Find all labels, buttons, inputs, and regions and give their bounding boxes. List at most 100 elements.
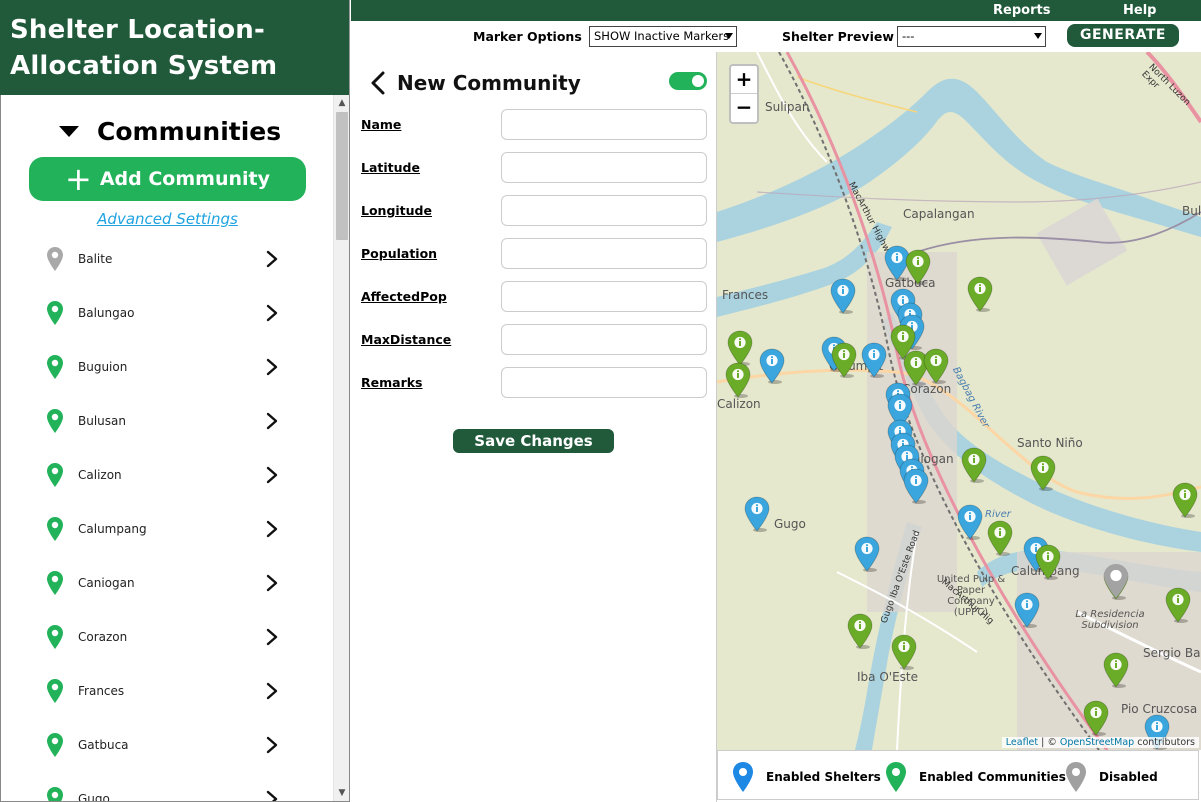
chevron-right-icon[interactable] [263, 412, 281, 430]
community-marker[interactable] [1035, 544, 1061, 580]
shelter-marker[interactable] [957, 504, 983, 540]
community-marker[interactable] [1030, 455, 1056, 491]
community-list-item[interactable]: Balungao [1, 286, 334, 340]
community-marker[interactable] [1172, 482, 1198, 518]
community-marker[interactable] [831, 342, 857, 378]
field-label: AffectedPop [361, 289, 447, 304]
osm-link[interactable]: OpenStreetMap [1060, 737, 1134, 748]
scroll-down-icon[interactable]: ▼ [334, 785, 349, 801]
zoom-in-button[interactable]: + [731, 66, 757, 94]
community-marker-icon [1165, 587, 1191, 623]
zoom-out-button[interactable]: − [731, 94, 757, 122]
shelter-marker-icon [759, 348, 785, 384]
longitude-input[interactable] [501, 195, 707, 226]
generate-button[interactable]: GENERATE [1067, 24, 1179, 47]
chevron-right-icon[interactable] [263, 736, 281, 754]
shelter-marker[interactable] [854, 536, 880, 572]
back-icon[interactable] [369, 70, 387, 96]
location-pin-icon [47, 787, 63, 801]
community-list-item[interactable]: Gugo [1, 772, 334, 802]
community-marker[interactable] [1165, 587, 1191, 623]
shelter-marker[interactable] [861, 342, 887, 378]
community-list-item[interactable]: Corazon [1, 610, 334, 664]
help-link[interactable]: Help [1123, 3, 1156, 18]
field-label: Population [361, 246, 438, 261]
location-pin-icon [47, 571, 63, 595]
attribution-sep: | © [1038, 737, 1060, 748]
community-list-item[interactable]: Balite [1, 232, 334, 286]
chevron-right-icon[interactable] [263, 304, 281, 322]
map-label-uppc: United Pulp & Paper Company (UPPC) [936, 574, 1006, 618]
map-attribution: Leaflet | © OpenStreetMap contributors [1001, 737, 1199, 748]
shelter-marker-icon [861, 342, 887, 378]
community-name: Gatbuca [78, 738, 129, 752]
advanced-settings-link[interactable]: Advanced Settings [1, 210, 334, 228]
community-list-item[interactable]: Caniogan [1, 556, 334, 610]
community-list-item[interactable]: Bulusan [1, 394, 334, 448]
community-marker[interactable] [847, 613, 873, 649]
map-label-river: River [985, 509, 1011, 520]
maxdistance-input[interactable] [501, 324, 707, 355]
chevron-right-icon[interactable] [263, 682, 281, 700]
community-list-item[interactable]: Calizon [1, 448, 334, 502]
location-pin-icon [47, 301, 63, 325]
form-field-maxdistance: MaxDistance [361, 324, 707, 355]
community-form: New Community Name Latitude Longitude Popul… [351, 52, 717, 802]
reports-link[interactable]: Reports [993, 3, 1050, 18]
location-pin-icon [47, 247, 63, 271]
population-input[interactable] [501, 238, 707, 269]
chevron-right-icon[interactable] [263, 628, 281, 646]
add-community-button[interactable]: + Add Community [29, 157, 306, 201]
disabled-marker[interactable] [1103, 563, 1129, 599]
enabled-toggle[interactable] [669, 72, 707, 90]
community-marker-icon [725, 362, 751, 398]
scroll-thumb[interactable] [336, 112, 348, 240]
community-marker[interactable] [961, 447, 987, 483]
affectedpop-input[interactable] [501, 281, 707, 312]
chevron-right-icon[interactable] [263, 520, 281, 538]
scroll-up-icon[interactable]: ▲ [334, 95, 349, 111]
form-field-latitude: Latitude [361, 152, 707, 183]
shelter-marker[interactable] [744, 496, 770, 532]
communities-section-toggle[interactable]: Communities [59, 115, 281, 147]
shelter-marker[interactable] [830, 278, 856, 314]
shelter-marker[interactable] [1014, 592, 1040, 628]
community-marker[interactable] [891, 634, 917, 670]
community-list-item[interactable]: Buguion [1, 340, 334, 394]
marker-options-select[interactable]: SHOW Inactive Markers [589, 26, 737, 47]
map-view[interactable]: Sulipan Capalangan Frances Gatbuca Calizon Gu… [717, 52, 1201, 750]
community-marker[interactable] [727, 330, 753, 366]
chevron-right-icon[interactable] [263, 790, 281, 802]
community-name: Balite [78, 252, 113, 266]
shelter-preview-select[interactable]: --- [897, 26, 1046, 47]
community-list-item[interactable]: Calumpang [1, 502, 334, 556]
community-name: Corazon [78, 630, 128, 644]
community-marker[interactable] [967, 276, 993, 312]
community-marker[interactable] [905, 249, 931, 285]
community-marker[interactable] [1083, 700, 1109, 736]
app-title-line2: Allocation System [10, 51, 278, 81]
community-list-item[interactable]: Frances [1, 664, 334, 718]
community-marker[interactable] [987, 520, 1013, 556]
shelter-marker[interactable] [903, 468, 929, 504]
chevron-right-icon[interactable] [263, 574, 281, 592]
community-marker[interactable] [923, 348, 949, 384]
chevron-right-icon[interactable] [263, 250, 281, 268]
leaflet-link[interactable]: Leaflet [1006, 737, 1038, 748]
form-field-affectedpop: AffectedPop [361, 281, 707, 312]
community-marker[interactable] [1103, 652, 1129, 688]
community-marker[interactable] [725, 362, 751, 398]
community-list-item[interactable]: Gatbuca [1, 718, 334, 772]
latitude-input[interactable] [501, 152, 707, 183]
sidebar-scrollbar[interactable]: ▲ ▼ [333, 95, 349, 801]
name-input[interactable] [501, 109, 707, 140]
community-name: Balungao [78, 306, 135, 320]
community-name: Gugo [78, 792, 110, 802]
remarks-input[interactable] [501, 367, 707, 398]
chevron-right-icon[interactable] [263, 466, 281, 484]
chevron-right-icon[interactable] [263, 358, 281, 376]
shelter-marker[interactable] [759, 348, 785, 384]
field-label: MaxDistance [361, 332, 452, 347]
toolbar: Marker Options SHOW Inactive Markers She… [351, 21, 1201, 52]
save-changes-button[interactable]: Save Changes [453, 429, 614, 453]
